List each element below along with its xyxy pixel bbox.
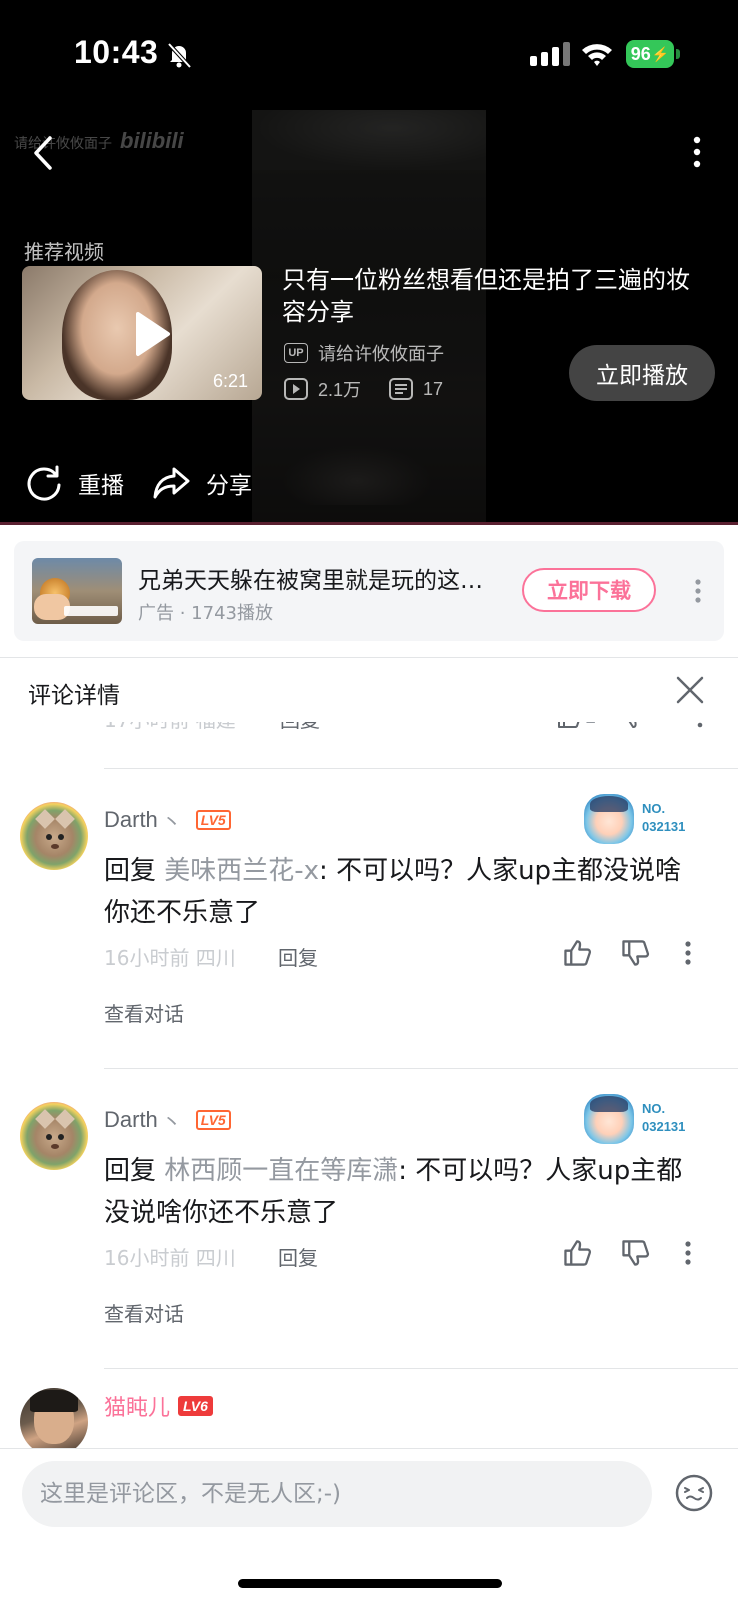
username[interactable]: 猫盹儿 — [104, 1390, 170, 1422]
level-badge: LV5 — [195, 1110, 231, 1130]
more-options-icon[interactable] — [682, 132, 712, 172]
home-indicator — [238, 1579, 502, 1588]
comment-time: 16小时前 四川 — [104, 946, 236, 970]
share-icon — [153, 467, 190, 499]
comment-input-bar — [0, 1448, 738, 1600]
recommended-title[interactable]: 只有一位粉丝想看但还是拍了三遍的妆容分享 — [282, 264, 712, 328]
like-icon[interactable] — [562, 1238, 592, 1268]
view-conversation-link[interactable]: 查看对话 — [104, 1298, 184, 1327]
fan-badge[interactable]: NO. 032131 — [584, 1094, 704, 1144]
play-now-button[interactable]: 立即播放 — [569, 345, 715, 401]
video-player[interactable]: 请给许攸攸面子 bilibili 10:43 96 ⚡ 推荐视频 6:21 只有… — [0, 0, 738, 525]
recommended-thumbnail[interactable]: 6:21 — [22, 266, 262, 400]
mention-link[interactable]: 美味西兰花-x — [164, 856, 319, 886]
view-count: 2.1万 — [318, 380, 362, 400]
dislike-icon[interactable] — [620, 938, 650, 968]
recommended-label: 推荐视频 — [24, 240, 104, 264]
username[interactable]: Darth — [104, 1107, 158, 1133]
level-badge: LV6 — [178, 1396, 213, 1416]
ad-thumbnail[interactable] — [32, 558, 122, 624]
comment-input[interactable] — [22, 1461, 652, 1527]
comment-more-icon[interactable] — [678, 1238, 698, 1268]
comment-time: 16小时前 四川 — [104, 1246, 236, 1270]
fan-badge-icon — [584, 794, 634, 844]
comment-list[interactable]: 17小时前 福建 回复 1 Darth 丶 LV5 NO.032131 回复 美… — [0, 690, 738, 1448]
wifi-icon — [582, 44, 612, 66]
avatar[interactable] — [20, 1388, 88, 1448]
ad-more-icon[interactable] — [688, 576, 708, 606]
comment-actions: 16小时前 四川 回复 — [104, 1238, 738, 1272]
comment-detail-title: 评论详情 — [28, 683, 120, 709]
fan-badge[interactable]: NO. 032131 — [584, 794, 704, 844]
reply-button[interactable]: 回复 — [278, 942, 318, 971]
play-count-icon — [284, 378, 308, 400]
back-icon[interactable] — [24, 128, 64, 178]
ad-card[interactable]: 兄弟天天躲在被窝里就是玩的这… 广告 · 1743播放 立即下载 — [14, 541, 724, 641]
status-time: 10:43 — [74, 34, 159, 70]
comment-user-line: Darth 丶 LV5 — [104, 804, 231, 836]
replay-button[interactable]: 重播 — [24, 463, 124, 503]
fan-badge-icon — [584, 1094, 634, 1144]
dislike-icon[interactable] — [620, 1238, 650, 1268]
replay-icon — [27, 465, 61, 501]
recommended-uploader[interactable]: UP 请给许攸攸面子 — [284, 340, 444, 366]
level-badge: LV5 — [195, 810, 231, 830]
ad-title[interactable]: 兄弟天天躲在被窝里就是玩的这… — [138, 561, 508, 595]
danmaku-count: 17 — [423, 378, 444, 399]
comment-user-line: Darth 丶 LV5 — [104, 1104, 231, 1136]
recommended-stats: 2.1万 17 — [284, 376, 443, 402]
comment-text: 回复 美味西兰花-x: 不可以吗？人家up主都没说啥你还不乐意了 — [104, 856, 682, 928]
battery-indicator: 96 ⚡ — [626, 40, 674, 68]
up-badge-icon: UP — [284, 343, 308, 363]
comment-actions: 16小时前 四川 回复 — [104, 938, 738, 972]
video-progress-line — [0, 522, 738, 525]
video-duration: 6:21 — [212, 371, 248, 391]
play-icon — [136, 312, 170, 356]
comment-more-icon[interactable] — [678, 938, 698, 968]
danmaku-count-icon — [389, 378, 414, 400]
signal-icon — [530, 42, 570, 66]
like-icon[interactable] — [562, 938, 592, 968]
emoji-icon[interactable] — [674, 1473, 714, 1513]
comment-detail-header: 评论详情 — [0, 658, 738, 722]
view-conversation-link[interactable]: 查看对话 — [104, 998, 184, 1027]
comment-user-line: 猫盹儿 LV6 — [104, 1390, 213, 1422]
ad-download-button[interactable]: 立即下载 — [522, 568, 656, 612]
avatar[interactable] — [20, 802, 88, 870]
share-button[interactable]: 分享 — [152, 463, 252, 503]
ad-meta: 广告 · 1743播放 — [138, 603, 273, 624]
bell-off-icon — [167, 42, 192, 69]
reply-button[interactable]: 回复 — [278, 1242, 318, 1271]
mention-link[interactable]: 林西顾一直在等库潇 — [164, 1156, 398, 1186]
status-bar: 10:43 96 ⚡ — [0, 0, 738, 108]
username[interactable]: Darth — [104, 807, 158, 833]
comment-text: 回复 林西顾一直在等库潇: 不可以吗？人家up主都没说啥你还不乐意了 — [104, 1156, 683, 1228]
avatar[interactable] — [20, 1102, 88, 1170]
close-icon[interactable] — [674, 674, 706, 706]
